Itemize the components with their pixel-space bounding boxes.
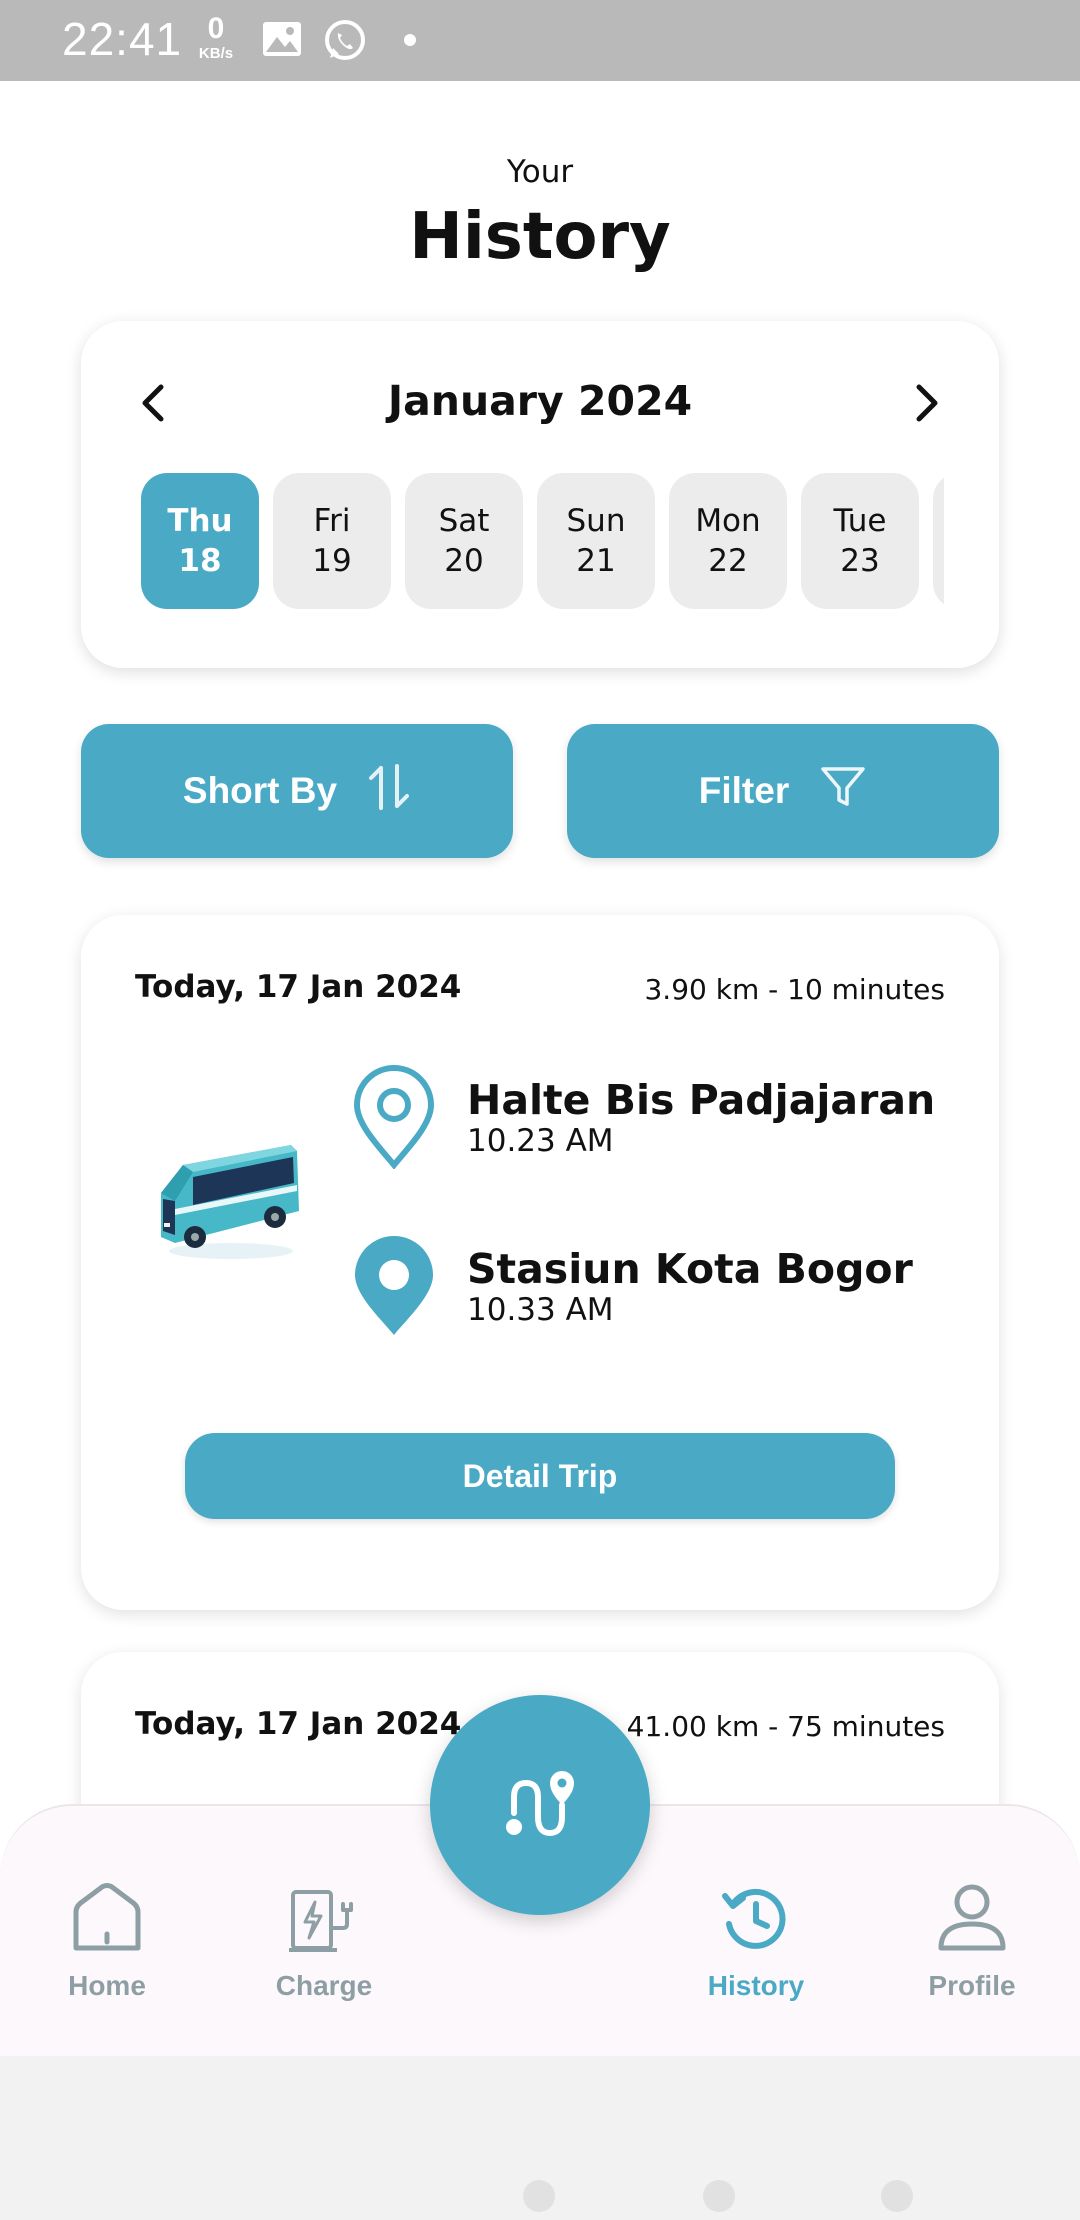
page-title: History [409,200,671,274]
day-number: 23 [840,543,880,579]
day-chip[interactable]: Fri 19 [273,473,391,609]
profile-icon [937,1876,1007,1954]
status-bar: 22:41 0 KB/s [0,0,1080,81]
charging-station-icon [287,1876,361,1954]
nav-charge-label: Charge [275,1970,373,2001]
day-name: Tue [833,503,887,539]
nav-charge[interactable]: Charge [239,1876,409,2002]
destination-stop-time: 10.33 AM [467,1292,614,1328]
day-name: Mon [695,503,761,539]
day-name: Sun [566,503,626,539]
route-icon [498,1763,582,1847]
history-clock-icon [721,1876,791,1954]
chevron-right-icon[interactable] [905,377,949,429]
day-chip[interactable]: Tue 23 [801,473,919,609]
day-selector[interactable]: Thu 18 Fri 19 Sat 20 Sun 21 Mon 22 Tue 2… [141,473,944,609]
system-nav-dot[interactable] [881,2180,913,2212]
origin-stop-time: 10.23 AM [467,1123,614,1159]
day-name: Thu [167,503,233,539]
gallery-icon [261,18,303,64]
sort-button-label: Short By [182,770,338,811]
day-number: 20 [444,543,484,579]
day-number: 19 [312,543,352,579]
day-number: 18 [178,543,222,579]
detail-trip-button[interactable]: Detail Trip [185,1433,895,1519]
calendar-card: January 2024 Thu 18 Fri 19 Sat 20 Sun 21… [81,321,999,668]
nav-history-label: History [707,1970,805,2001]
origin-pin-icon [351,1065,437,1173]
month-label: January 2024 [387,377,693,425]
nav-home[interactable]: Home [22,1876,192,2002]
nav-home-label: Home [68,1970,146,2001]
trip-date: Today, 17 Jan 2024 [135,1706,462,1742]
trip-distance-duration: 3.90 km - 10 minutes [644,973,945,1006]
destination-stop-name: Stasiun Kota Bogor [467,1245,913,1293]
day-chip[interactable]: Sun 21 [537,473,655,609]
home-icon [70,1876,144,1954]
filter-button-label: Filter [698,770,790,811]
status-time: 22:41 [62,13,183,65]
network-speed-value: 0 [207,12,225,45]
network-speed: 0 KB/s [190,12,242,62]
day-chip[interactable]: Mon 22 [669,473,787,609]
nav-history[interactable]: History [671,1876,841,2002]
page-subtitle: Your [506,154,574,190]
funnel-icon [819,764,867,819]
nav-profile-label: Profile [928,1970,1016,2001]
day-chip[interactable] [933,473,944,609]
system-navigation-bar [0,2056,1080,2220]
trip-card: Today, 17 Jan 2024 3.90 km - 10 minutes … [81,915,999,1610]
sort-arrows-icon [367,762,411,821]
route-fab-button[interactable] [430,1695,650,1915]
day-number: 22 [708,543,748,579]
nav-profile[interactable]: Profile [887,1876,1057,2002]
day-chip[interactable]: Thu 18 [141,473,259,609]
filter-button[interactable]: Filter [567,724,999,858]
whatsapp-icon [322,18,368,68]
trip-distance-duration: 41.00 km - 75 minutes [626,1710,945,1743]
dot-icon [403,32,417,51]
network-speed-unit: KB/s [198,45,234,62]
origin-stop-name: Halte Bis Padjajaran [467,1076,936,1124]
day-name: Sat [438,503,490,539]
bus-icon [153,1125,303,1269]
destination-pin-icon [351,1235,437,1343]
sort-button[interactable]: Short By [81,724,513,858]
system-nav-dot[interactable] [523,2180,555,2212]
trip-date: Today, 17 Jan 2024 [135,969,462,1005]
day-chip[interactable]: Sat 20 [405,473,523,609]
day-name: Fri [313,503,351,539]
system-nav-dot[interactable] [703,2180,735,2212]
day-number: 21 [576,543,616,579]
